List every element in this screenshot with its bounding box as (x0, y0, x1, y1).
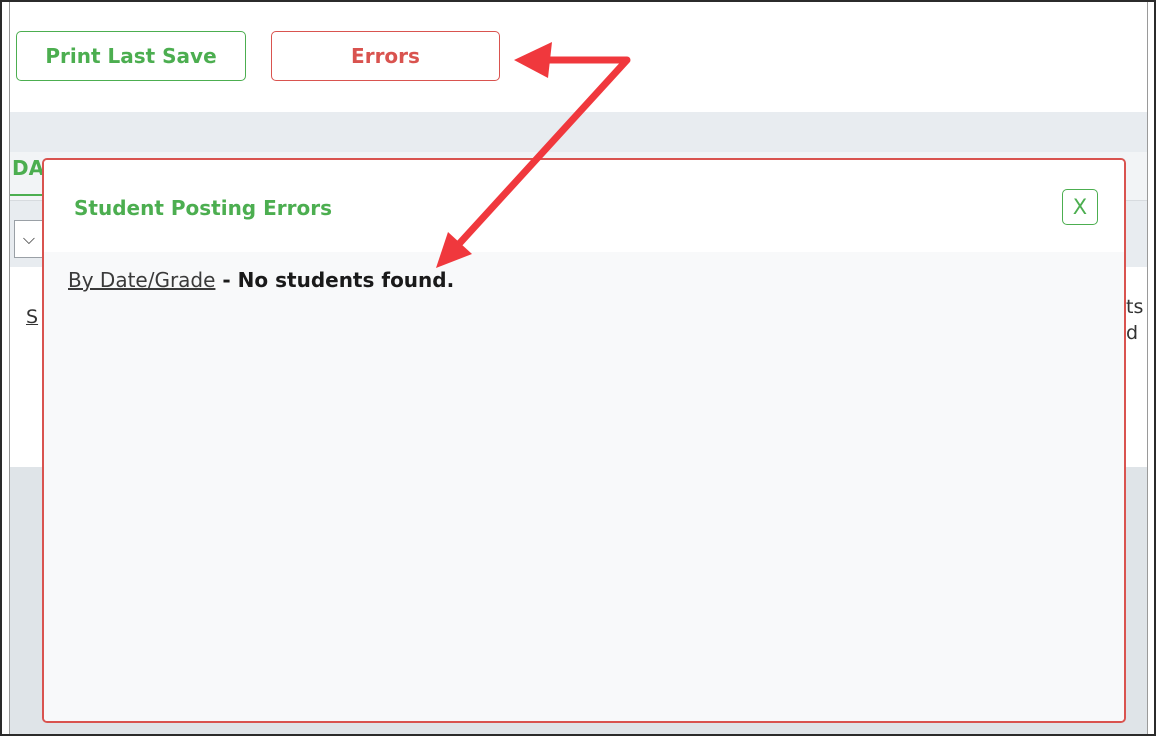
modal-message-line: By Date/Grade - No students found. (68, 268, 454, 292)
no-students-message: No students found. (237, 268, 455, 292)
background-select[interactable]: ⌵ (14, 220, 44, 258)
screenshot-frame: DA ⌵ S ts d Print Last Save Errors Stude… (0, 0, 1156, 736)
by-date-grade-link[interactable]: By Date/Grade (68, 268, 215, 292)
chevron-down-icon: ⌵ (22, 229, 36, 248)
background-right-text: ts d (1126, 294, 1154, 346)
print-last-save-button[interactable]: Print Last Save (16, 31, 246, 81)
modal-body: By Date/Grade - No students found. (44, 252, 1124, 721)
background-link[interactable]: S (26, 306, 38, 328)
background-right-text-line: d (1126, 322, 1139, 344)
errors-button[interactable]: Errors (271, 31, 500, 81)
modal-header: Student Posting Errors X (44, 160, 1124, 252)
student-posting-errors-modal: Student Posting Errors X By Date/Grade -… (42, 158, 1126, 723)
background-tab-underline (10, 194, 44, 196)
background-right-text-line: ts (1126, 296, 1144, 318)
background-tab[interactable]: DA (12, 156, 44, 180)
modal-title: Student Posting Errors (74, 196, 332, 220)
frame-rule-right (1147, 2, 1148, 734)
close-icon: X (1072, 195, 1088, 219)
message-separator: - (215, 268, 238, 292)
close-button[interactable]: X (1062, 189, 1098, 225)
